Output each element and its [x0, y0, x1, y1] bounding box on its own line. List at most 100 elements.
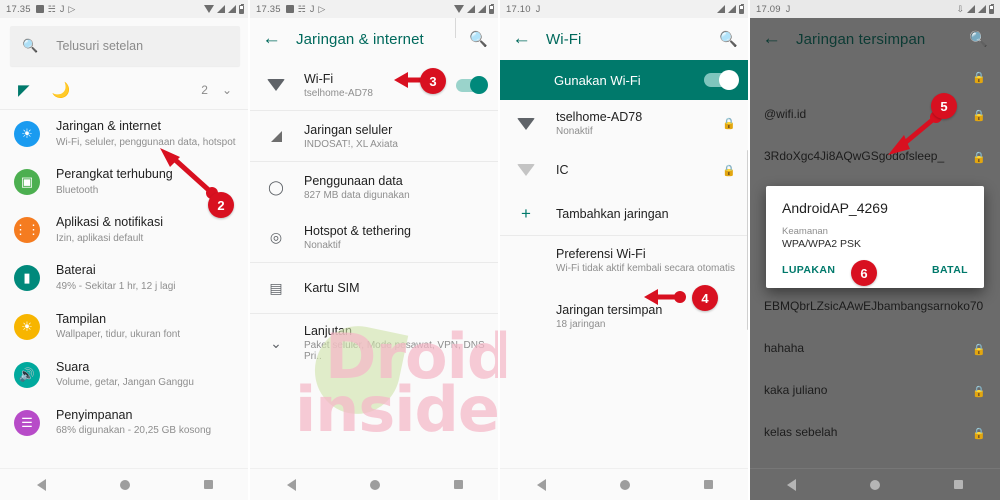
nav-back-icon[interactable]: [37, 478, 46, 491]
nav-recents-icon[interactable]: [704, 480, 713, 489]
list-item[interactable]: ▮ Baterai 49% - Sekitar 1 hr, 12 j lagi: [0, 254, 250, 302]
search-icon[interactable]: 🔍: [969, 30, 988, 48]
list-item[interactable]: ◯ Penggunaan data 827 MB data digunakan: [250, 162, 500, 212]
lock-icon: 🔒: [972, 71, 986, 84]
search-icon: 🔍: [22, 38, 39, 53]
data-usage-icon: ◯: [268, 178, 284, 195]
list-item-title: Preferensi Wi-Fi: [556, 247, 646, 261]
nav-home-icon[interactable]: [870, 479, 880, 490]
wifi-icon: [204, 5, 214, 13]
wifi-icon: [514, 164, 538, 176]
list-item[interactable]: hahaha 🔒: [750, 328, 1000, 370]
forget-button[interactable]: LUPAKAN: [782, 264, 835, 276]
list-item[interactable]: ◎ Hotspot & tethering Nonaktif: [250, 212, 500, 262]
play-icon: ▷: [68, 3, 76, 14]
nav-home-icon[interactable]: [370, 479, 380, 490]
list-item[interactable]: Jaringan seluler INDOSAT!, XL Axiata: [250, 111, 500, 161]
list-item-title: Lanjutan: [304, 324, 352, 338]
battery-icon: [989, 3, 994, 14]
status-left-icons: ☵ J ▷: [285, 4, 325, 14]
list-item[interactable]: @wifi.id 🔒: [750, 94, 1000, 136]
app-bar: ← Jaringan & internet 🔍: [250, 18, 500, 60]
status-right-icons: [454, 3, 494, 14]
search-icon[interactable]: 🔍: [719, 30, 738, 48]
status-left-icons: J: [535, 3, 541, 14]
use-wifi-toggle[interactable]: [704, 70, 739, 90]
search-icon[interactable]: 🔍: [469, 30, 488, 48]
cancel-button[interactable]: BATAL: [932, 264, 968, 276]
quick-settings-right: 2 ⌄: [201, 83, 232, 97]
list-item[interactable]: 3RdoXgc4Ji8AQwGSgodofsleep_ 🔒: [750, 136, 1000, 178]
wifi-toggle[interactable]: [456, 76, 488, 94]
search-input[interactable]: 🔍 Telusuri setelan: [10, 26, 240, 66]
list-item[interactable]: ☰ Penyimpanan 68% digunakan - 20,25 GB k…: [0, 399, 250, 447]
nav-back-icon[interactable]: [787, 478, 796, 491]
list-item[interactable]: EBMQbrLZsicAAwEJbambangsarnoko70: [750, 286, 1000, 328]
wifi-icon: [514, 117, 538, 130]
back-arrow-icon[interactable]: ←: [512, 28, 538, 50]
nav-back-icon[interactable]: [537, 478, 546, 491]
app-bar: ← Wi-Fi 🔍: [500, 18, 750, 60]
list-item[interactable]: kelas sebelah 🔒: [750, 412, 1000, 454]
wifi-icon: [264, 79, 288, 91]
lock-icon: 🔒: [722, 164, 736, 177]
list-item-title: Aplikasi & notifikasi: [56, 215, 163, 230]
sound-icon: 🔊: [14, 361, 40, 388]
list-item[interactable]: 🔒: [750, 60, 1000, 94]
list-item[interactable]: ☀ Tampilan Wallpaper, tidur, ukuran font: [0, 303, 250, 351]
back-arrow-icon[interactable]: ←: [762, 28, 788, 50]
nav-recents-icon[interactable]: [954, 480, 963, 489]
panel-wifi: 17.10 J ← Wi-Fi 🔍 Gunakan Wi-Fi tselhome…: [500, 0, 750, 500]
marker-6: 6: [851, 260, 877, 286]
wifi-preferences-item[interactable]: Preferensi Wi-Fi Wi-Fi tidak aktif kemba…: [500, 236, 750, 285]
page-title: Wi-Fi: [546, 30, 582, 48]
page-title: Jaringan tersimpan: [796, 30, 926, 48]
back-arrow-icon[interactable]: ←: [262, 28, 288, 50]
nav-back-icon[interactable]: [287, 478, 296, 491]
apps-icon: ⋮⋮: [14, 217, 40, 244]
nav-recents-icon[interactable]: [454, 480, 463, 489]
add-network-item[interactable]: + Tambahkan jaringan: [500, 193, 750, 235]
list-item[interactable]: 🔊 Suara Volume, getar, Jangan Ganggu: [0, 351, 250, 399]
nav-home-icon[interactable]: [620, 479, 630, 490]
dialog-security-label: Keamanan: [782, 226, 828, 237]
nav-recents-icon[interactable]: [204, 480, 213, 489]
marker-2: 2: [208, 192, 234, 218]
search-placeholder: Telusuri setelan: [56, 39, 144, 53]
moon-icon[interactable]: 🌙: [52, 81, 71, 99]
nav-bar: [750, 468, 1000, 500]
dialog-security-value: WPA/WPA2 PSK: [782, 238, 861, 250]
nav-bar: [500, 468, 750, 500]
panel-saved-networks: 17.09 J ⇩ ← Jaringan tersimpan 🔍 🔒 @wifi…: [750, 0, 1000, 500]
status-right-icons: ⇩: [956, 3, 994, 14]
chevron-down-icon[interactable]: ⌄: [222, 83, 232, 97]
square-icon: [285, 5, 294, 13]
plus-icon: +: [521, 204, 531, 223]
battery-icon: ▮: [14, 265, 40, 292]
list-item-advanced[interactable]: ⌄ Lanjutan Paket seluler, Mode pesawat, …: [250, 314, 500, 372]
list-item-title: Kartu SIM: [304, 281, 360, 295]
signal-icon: [717, 5, 725, 13]
panel-separator: [248, 0, 250, 500]
signal-icon: [728, 5, 736, 13]
status-time: 17.09: [756, 3, 781, 15]
list-item-wifi[interactable]: Wi-Fi tselhome-AD78: [250, 14, 500, 110]
list-item[interactable]: kaka juliano 🔒: [750, 370, 1000, 412]
nav-home-icon[interactable]: [120, 479, 130, 490]
wifi-network-item[interactable]: tselhome-AD78 Nonaktif 🔒: [500, 100, 750, 147]
list-item-title: Tampilan: [56, 311, 107, 326]
jpay-icon: J: [535, 3, 541, 14]
signal-icon: [967, 5, 975, 13]
network-icon: ☀: [14, 121, 40, 148]
signal-icon: [467, 5, 475, 13]
add-network-label: Tambahkan jaringan: [556, 207, 669, 221]
nav-bar: [250, 468, 500, 500]
list-item-subtitle: Nonaktif: [304, 239, 341, 251]
wifi-network-item[interactable]: IC 🔒: [500, 147, 750, 193]
status-right-icons: [204, 3, 244, 14]
signal-off-icon[interactable]: ◤: [18, 81, 30, 99]
status-bar: 17.35 ☵ J ▷: [0, 0, 250, 18]
lock-icon: 🔒: [972, 385, 986, 398]
list-item[interactable]: ▤ Kartu SIM: [250, 263, 500, 313]
use-wifi-banner[interactable]: Gunakan Wi-Fi: [500, 60, 750, 100]
